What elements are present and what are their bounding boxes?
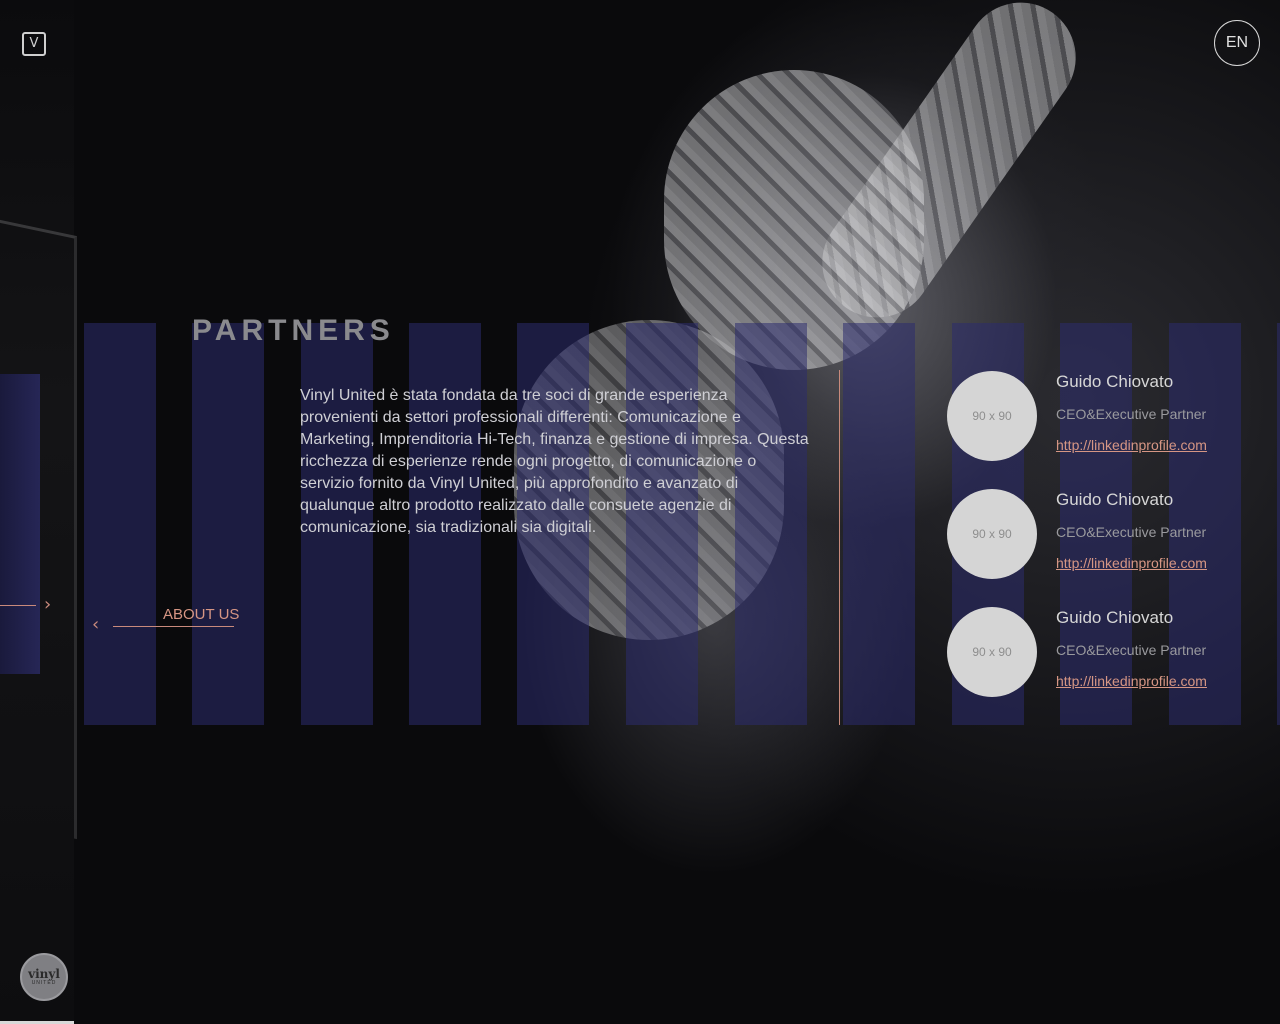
left-preview-panel [0, 374, 40, 674]
content-divider [839, 370, 840, 725]
partner-role: CEO&Executive Partner [1056, 406, 1207, 422]
language-button[interactable]: EN [1214, 20, 1260, 66]
partner-linkedin-link[interactable]: http://linkedinprofile.com [1056, 437, 1207, 453]
avatar: 90 x 90 [947, 489, 1037, 579]
about-us-underline [113, 626, 234, 627]
intro-text: Vinyl United è stata fondata da tre soci… [300, 387, 809, 536]
partner-linkedin-link[interactable]: http://linkedinprofile.com [1056, 555, 1207, 571]
avatar: 90 x 90 [947, 607, 1037, 697]
partner-linkedin-link[interactable]: http://linkedinprofile.com [1056, 673, 1207, 689]
partner-card: 90 x 90 Guido Chiovato CEO&Executive Par… [947, 371, 1247, 463]
partner-card: 90 x 90 Guido Chiovato CEO&Executive Par… [947, 607, 1247, 699]
avatar: 90 x 90 [947, 371, 1037, 461]
page-title: PARTNERS [192, 314, 395, 347]
stripe [843, 323, 915, 725]
left-next-line [0, 605, 36, 606]
chevron-right-icon[interactable]: › [44, 596, 51, 614]
badge-title: vinyl [28, 967, 60, 981]
partner-role: CEO&Executive Partner [1056, 642, 1207, 658]
partner-name: Guido Chiovato [1056, 608, 1174, 627]
stripe [84, 323, 156, 725]
partner-name: Guido Chiovato [1056, 372, 1174, 391]
vinyl-united-badge[interactable]: vinyl UNITED [20, 953, 68, 1001]
partner-card: 90 x 90 Guido Chiovato CEO&Executive Par… [947, 489, 1247, 581]
badge-subtitle: UNITED [31, 980, 57, 986]
partner-name: Guido Chiovato [1056, 490, 1174, 509]
stripe [192, 323, 264, 725]
chevron-left-icon[interactable]: ‹ [92, 616, 99, 634]
about-us-link[interactable]: ABOUT US [163, 606, 239, 623]
partner-role: CEO&Executive Partner [1056, 524, 1207, 540]
vinyl-logo-icon[interactable]: V [22, 32, 46, 56]
